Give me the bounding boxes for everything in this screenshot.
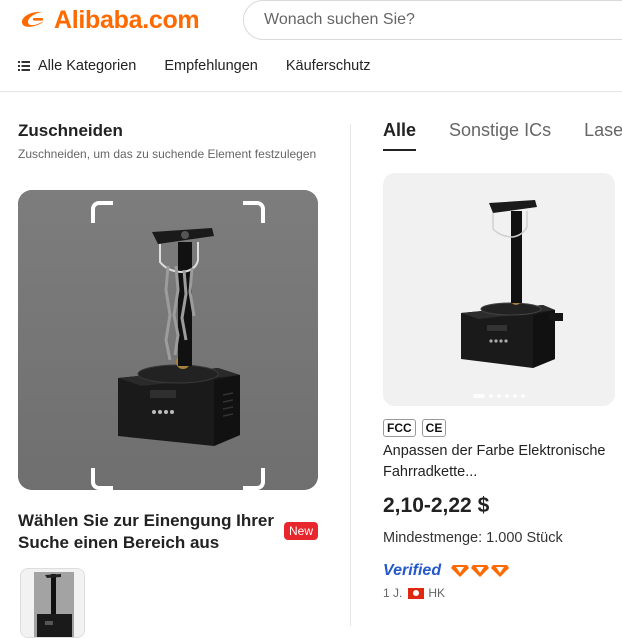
carousel-dot[interactable]: [521, 394, 525, 398]
panel-divider: [350, 124, 351, 626]
certifications: FCC CE: [383, 419, 447, 437]
product-image[interactable]: [383, 173, 615, 406]
crop-handle-bottom-left[interactable]: [91, 468, 113, 490]
nav-label: Empfehlungen: [164, 58, 258, 74]
carousel-dot[interactable]: [473, 394, 485, 398]
carousel-dot[interactable]: [513, 394, 517, 398]
crop-handle-top-right[interactable]: [243, 201, 265, 223]
image-carousel-dots: [383, 394, 615, 398]
alibaba-logo-icon: [22, 11, 44, 27]
crop-title: Zuschneiden: [18, 121, 123, 140]
crop-area[interactable]: [18, 190, 318, 490]
product-image-cropped: [18, 190, 318, 490]
nav-all-categories[interactable]: Alle Kategorien: [18, 58, 136, 74]
header-divider: [0, 91, 622, 92]
nav-recommendations[interactable]: Empfehlungen: [164, 58, 258, 74]
supplier-rating: [451, 563, 509, 577]
header: Alibaba.com: [0, 0, 622, 42]
verified-badge[interactable]: Verified: [383, 562, 441, 580]
query-image-thumbnail[interactable]: [20, 568, 85, 638]
top-nav: Alle Kategorien Empfehlungen Käuferschut…: [0, 50, 622, 82]
tab-sonstige-ics[interactable]: Sonstige ICs: [449, 120, 551, 151]
narrow-search-hint: Wählen Sie zur Einengung Ihrer Suche ein…: [18, 511, 274, 552]
nav-label: Käuferschutz: [285, 58, 371, 74]
menu-icon: [18, 61, 30, 71]
product-title[interactable]: Anpassen der Farbe Elektronische Fahrrad…: [383, 441, 608, 483]
fcc-cert-icon: FCC: [383, 419, 416, 437]
carousel-dot[interactable]: [505, 394, 509, 398]
diamond-icon: [451, 565, 469, 577]
carousel-dot[interactable]: [489, 394, 493, 398]
logo-wordmark: Alibaba.com: [54, 6, 200, 34]
tab-laser[interactable]: Lase: [584, 120, 622, 151]
product-photo: [383, 173, 615, 406]
diamond-icon: [471, 565, 489, 577]
nav-label: Alle Kategorien: [38, 58, 137, 74]
diamond-icon: [491, 565, 509, 577]
search-bar[interactable]: [243, 0, 622, 40]
minimum-order: Mindestmenge: 1.000 Stück: [383, 530, 563, 546]
ce-cert-icon: CE: [421, 419, 447, 437]
tab-alle[interactable]: Alle: [383, 120, 417, 151]
thumbnail-image: [21, 569, 84, 637]
supplier-country: HK: [428, 586, 446, 600]
hong-kong-flag-icon: [408, 587, 425, 599]
carousel-dot[interactable]: [497, 394, 501, 398]
new-badge: New: [284, 522, 319, 540]
crop-handle-bottom-right[interactable]: [243, 468, 265, 490]
supplier-years: 1 J.: [383, 586, 403, 600]
search-input[interactable]: [244, 1, 622, 39]
alibaba-logo[interactable]: Alibaba.com: [18, 6, 200, 34]
crop-subtitle: Zuschneiden, um das zu suchende Element …: [18, 147, 317, 161]
nav-buyer-protection[interactable]: Käuferschutz: [286, 58, 371, 74]
category-tabs: Alle Sonstige ICs Lase: [383, 120, 622, 151]
supplier-meta: 1 J. HK: [383, 586, 445, 600]
crop-handle-top-left[interactable]: [91, 201, 113, 223]
product-price: 2,10-2,22 $: [383, 494, 490, 517]
